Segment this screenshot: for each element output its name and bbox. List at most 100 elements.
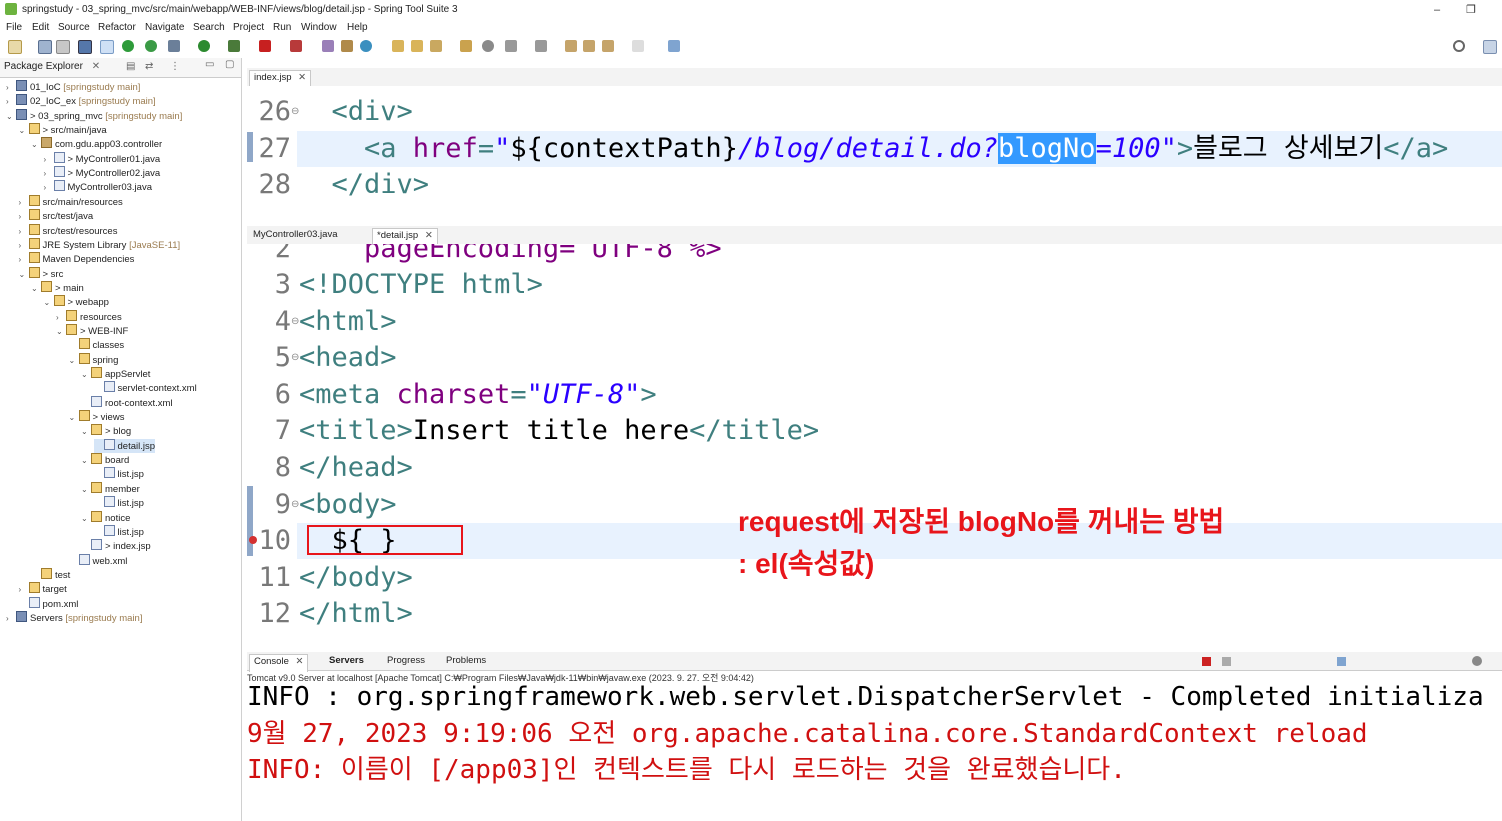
open-type-icon[interactable] xyxy=(392,40,404,52)
last-edit-icon[interactable] xyxy=(565,40,577,52)
tree-item[interactable]: ⌄ > blog xyxy=(81,424,131,438)
tree-item[interactable]: ⌄ > src xyxy=(19,266,63,281)
remove-launch-icon[interactable] xyxy=(1222,657,1231,666)
tree-item[interactable]: ⌄ board xyxy=(81,453,129,467)
link-editor-icon[interactable]: ⇄ xyxy=(145,61,153,72)
menu-project[interactable]: Project xyxy=(233,22,264,33)
expand-arrow-icon[interactable]: ⌄ xyxy=(19,126,29,135)
code-line[interactable]: <meta charset="UTF-8"> xyxy=(299,377,657,413)
tab-servers[interactable]: Servers xyxy=(325,654,368,671)
menu-search[interactable]: Search xyxy=(193,22,225,33)
collapse-arrow-icon[interactable]: › xyxy=(19,241,29,250)
menu-window[interactable]: Window xyxy=(301,22,337,33)
expand-arrow-icon[interactable]: ⌄ xyxy=(81,370,91,379)
tree-item[interactable]: › 02_IoC_ex [springstudy main] xyxy=(6,94,156,108)
new-class-icon[interactable] xyxy=(360,40,372,52)
annotation-icon[interactable] xyxy=(505,40,517,52)
tree-item[interactable]: › src/test/java xyxy=(19,209,93,223)
editor-top[interactable]: 26 ⊖ <div> 27 <a href="${contextPath}/blog… xyxy=(247,86,1502,220)
collapse-arrow-icon[interactable]: › xyxy=(44,155,54,164)
back-icon[interactable] xyxy=(583,40,595,52)
expand-arrow-icon[interactable]: ⌄ xyxy=(81,485,91,494)
tab-problems[interactable]: Problems xyxy=(442,654,490,671)
run-icon[interactable] xyxy=(198,40,210,52)
tab-progress[interactable]: Progress xyxy=(383,654,429,671)
tree-item[interactable]: › > MyController01.java xyxy=(44,151,160,166)
search-tool-icon[interactable] xyxy=(430,40,442,52)
view-menu-icon[interactable]: ⋮ xyxy=(170,61,180,72)
code-line[interactable]: <head> xyxy=(299,340,397,376)
tree-item[interactable]: ⌄ > src/main/java xyxy=(19,123,107,137)
tree-item[interactable]: › src/main/resources xyxy=(19,194,123,209)
build-icon[interactable] xyxy=(322,40,334,52)
stop-icon[interactable] xyxy=(259,40,271,52)
tree-item[interactable]: ⌄ > 03_spring_mvc [springstudy main] xyxy=(6,108,182,123)
expand-arrow-icon[interactable]: ⌄ xyxy=(69,413,79,422)
globe-icon[interactable] xyxy=(482,40,494,52)
spring-boot-icon[interactable] xyxy=(122,40,134,52)
tree-item[interactable]: root-context.xml xyxy=(81,395,173,410)
tree-item[interactable]: pom.xml xyxy=(19,596,78,611)
open-perspective-icon[interactable] xyxy=(1483,40,1497,54)
open-folder-icon[interactable] xyxy=(411,40,423,52)
menu-file[interactable]: File xyxy=(6,22,22,33)
tree-item[interactable]: › target xyxy=(19,582,67,596)
tab-mycontroller03[interactable]: MyController03.java xyxy=(249,228,341,245)
code-line[interactable]: </body> xyxy=(299,560,413,596)
pin-editor-icon[interactable] xyxy=(668,40,680,52)
code-line[interactable]: <div> xyxy=(299,94,413,130)
tree-item[interactable]: ⌄ > views xyxy=(69,410,124,424)
terminate-icon[interactable] xyxy=(1202,657,1211,666)
tree-item[interactable]: list.jsp xyxy=(94,496,144,510)
tree-item[interactable]: detail.jsp xyxy=(93,438,155,453)
error-icon[interactable] xyxy=(249,536,257,544)
tree-item[interactable]: > index.jsp xyxy=(81,539,151,553)
expand-arrow-icon[interactable]: ⌄ xyxy=(19,270,29,279)
tree-item[interactable]: ⌄ appServlet xyxy=(81,367,150,381)
tree-item[interactable]: ⌄ > webapp xyxy=(44,295,109,309)
tree-item[interactable]: › resources xyxy=(56,309,122,324)
collapse-arrow-icon[interactable]: › xyxy=(56,313,66,322)
tree-item[interactable]: web.xml xyxy=(69,553,127,568)
new-package-icon[interactable] xyxy=(341,40,353,52)
restore-button[interactable]: ❐ xyxy=(1454,0,1488,20)
close-icon[interactable]: ✕ xyxy=(298,72,306,83)
tree-item[interactable]: › JRE System Library [JavaSE-11] xyxy=(19,237,180,252)
forward-icon[interactable] xyxy=(632,40,644,52)
collapse-arrow-icon[interactable]: › xyxy=(44,183,54,192)
expand-arrow-icon[interactable]: ⌄ xyxy=(44,298,54,307)
code-line[interactable]: <a href="${contextPath}/blog/detail.do?b… xyxy=(299,131,1448,167)
collapse-all-icon[interactable]: ▤ xyxy=(126,61,135,72)
collapse-arrow-icon[interactable]: › xyxy=(44,169,54,178)
tree-item[interactable]: servlet-context.xml xyxy=(94,381,197,395)
tree-item[interactable]: classes xyxy=(69,338,124,352)
tree-item[interactable]: ⌄ member xyxy=(81,481,140,496)
tree-item[interactable]: › > MyController02.java xyxy=(44,166,160,180)
tree-item[interactable]: ⌄ notice xyxy=(81,510,130,525)
code-line[interactable]: </html> xyxy=(299,596,413,632)
next-annotation-icon[interactable] xyxy=(535,40,547,52)
save-icon[interactable] xyxy=(38,40,52,54)
menu-refactor[interactable]: Refactor xyxy=(98,22,136,33)
collapse-arrow-icon[interactable]: › xyxy=(19,198,29,207)
collapse-arrow-icon[interactable]: › xyxy=(6,97,16,106)
tree-item[interactable]: list.jsp xyxy=(94,467,144,481)
refresh-icon[interactable] xyxy=(145,40,157,52)
expand-arrow-icon[interactable]: ⌄ xyxy=(81,514,91,523)
console-output[interactable]: INFO : org.springframework.web.servlet.D… xyxy=(247,683,1502,821)
tree-item[interactable]: ⌄ com.gdu.app03.controller xyxy=(31,137,162,151)
tree-item[interactable]: test xyxy=(31,567,70,582)
skip-breakpoints-icon[interactable] xyxy=(100,40,114,54)
external-tools-icon[interactable] xyxy=(228,40,240,52)
menu-source[interactable]: Source xyxy=(58,22,90,33)
minimize-button[interactable]: – xyxy=(1420,0,1454,20)
code-line[interactable]: <title>Insert title here</title> xyxy=(299,413,819,449)
save-all-icon[interactable] xyxy=(56,40,70,54)
minimize-view-icon[interactable]: ▭ xyxy=(205,59,214,70)
collapse-arrow-icon[interactable]: › xyxy=(19,585,29,594)
open-resource-icon[interactable] xyxy=(460,40,472,52)
terminal-icon[interactable] xyxy=(78,40,92,54)
tree-item[interactable]: list.jsp xyxy=(94,524,144,539)
menu-run[interactable]: Run xyxy=(273,22,291,33)
collapse-arrow-icon[interactable]: › xyxy=(6,83,16,92)
